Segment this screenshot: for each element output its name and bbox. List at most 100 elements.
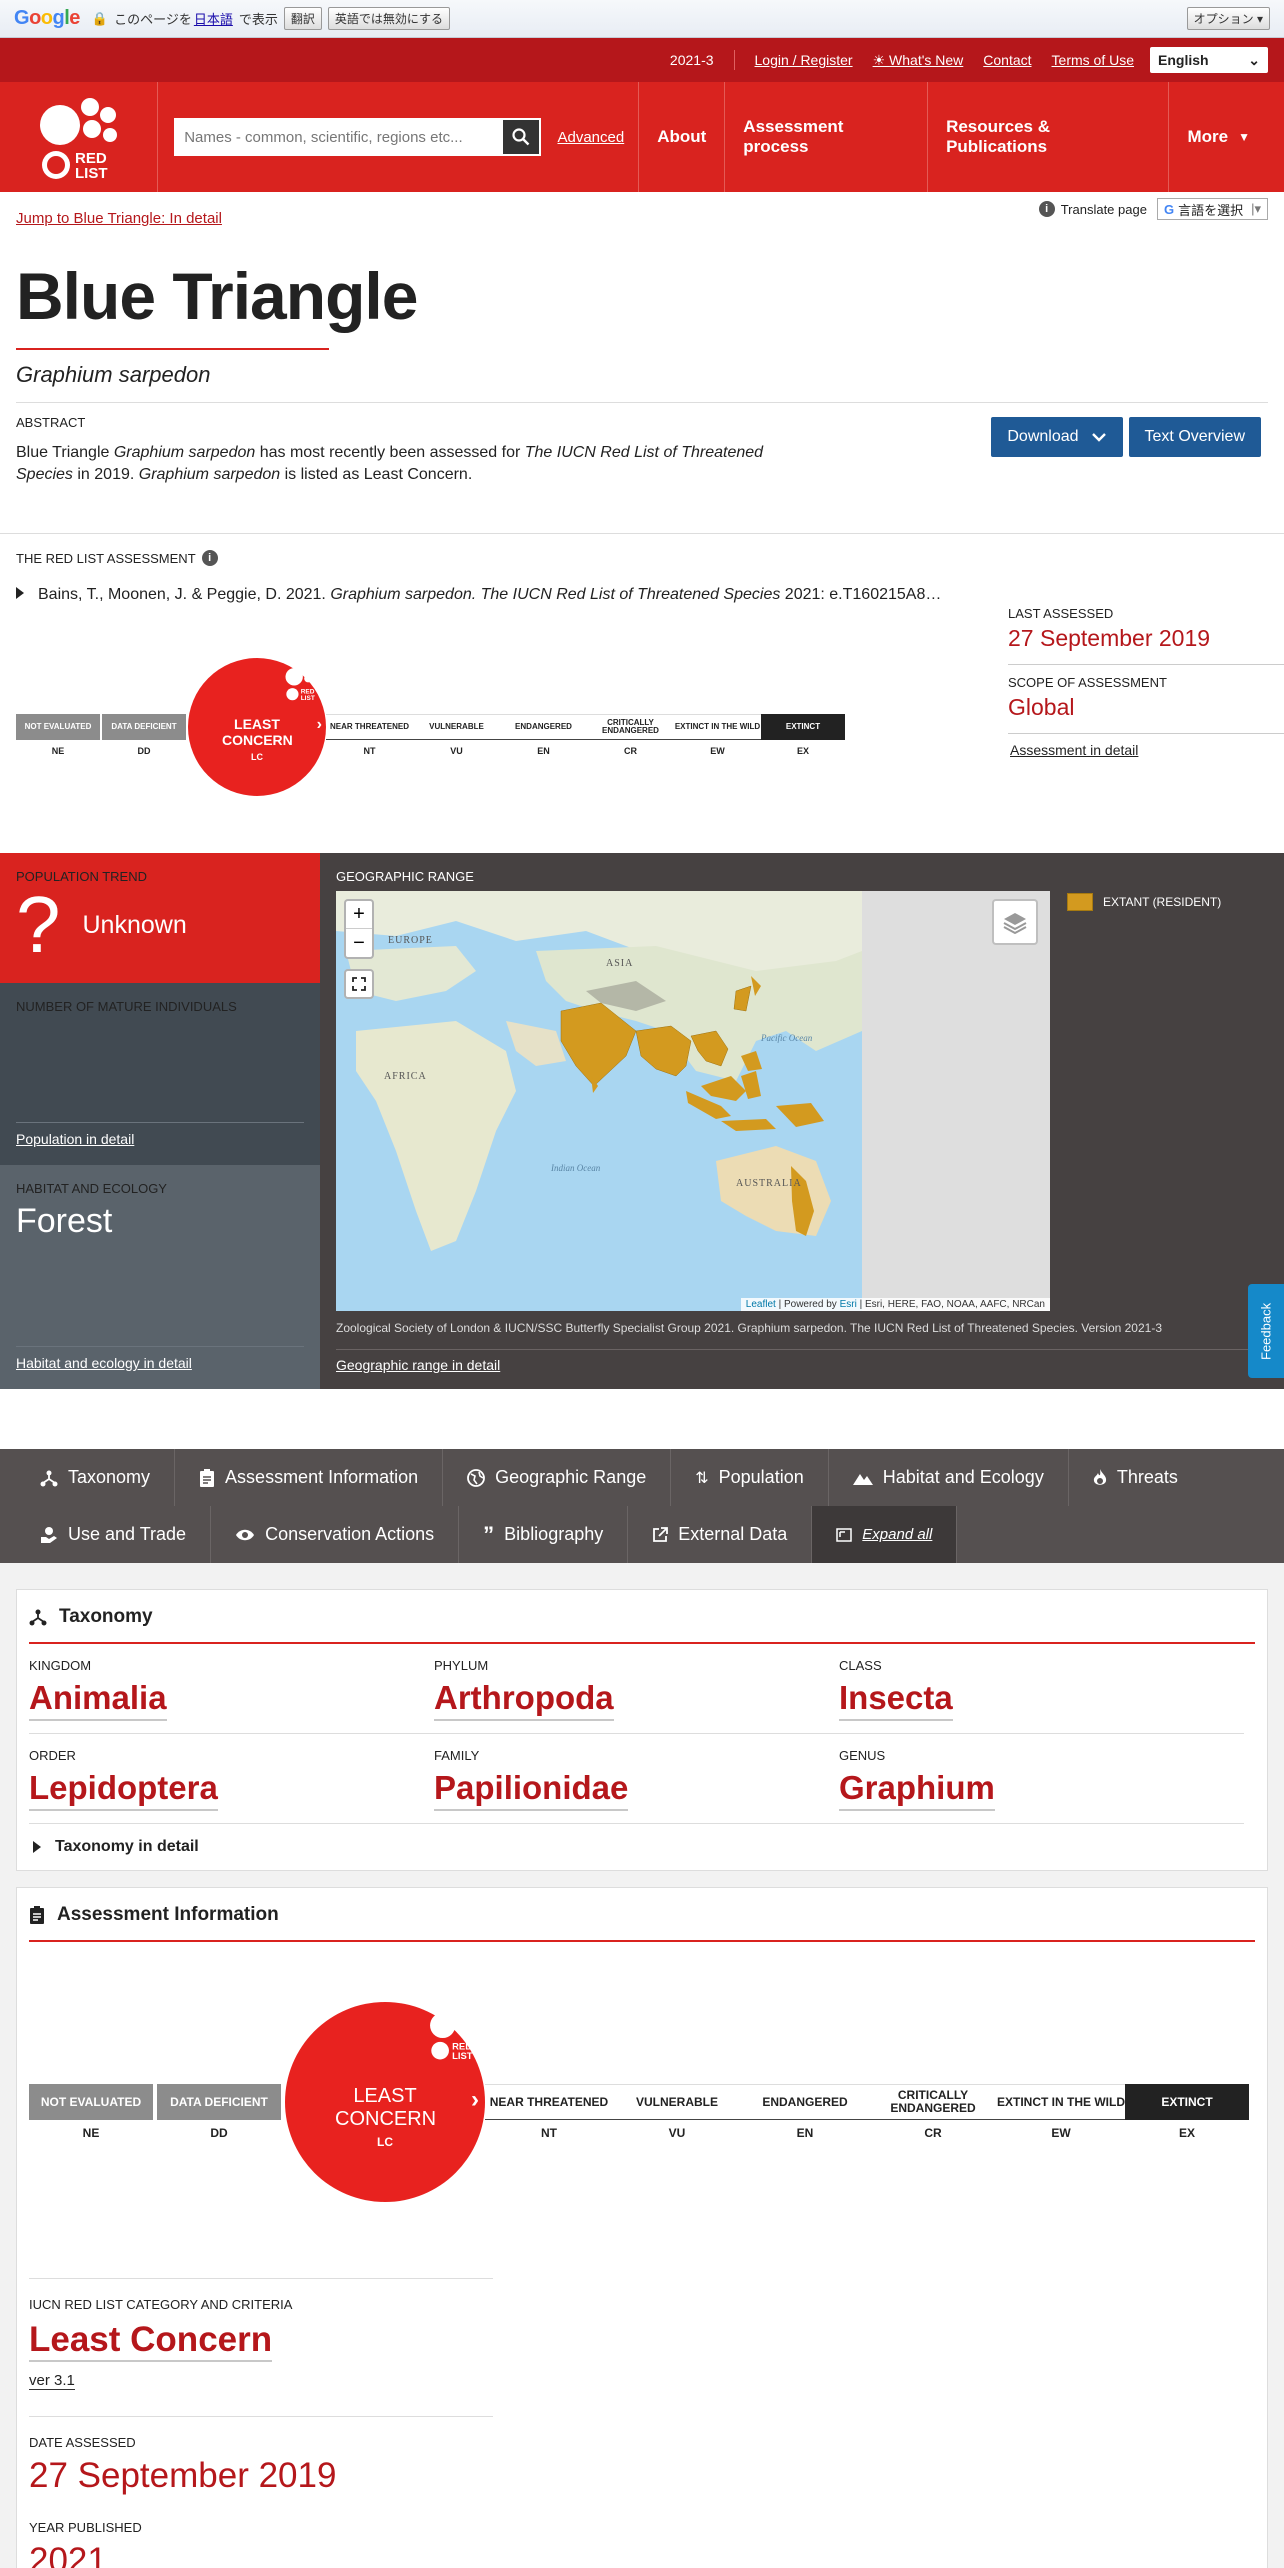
translate-widget: i Translate page G 言語を選択 |▾ [1038, 198, 1268, 220]
tax-value-link[interactable]: Lepidoptera [29, 1769, 218, 1811]
info-icon[interactable]: i [201, 550, 218, 566]
lock-icon: 🔒 [91, 10, 109, 26]
scale-abbr: EW [1051, 2126, 1071, 2140]
nav-assessment-process[interactable]: Assessment process [724, 82, 927, 192]
tab-assessment-information[interactable]: Assessment Information [175, 1449, 444, 1506]
sort-arrows-icon: ⇅ [695, 1469, 709, 1487]
contact-link[interactable]: Contact [983, 52, 1031, 68]
tax-label: CLASS [839, 1658, 882, 1673]
zoom-out-button[interactable]: − [346, 929, 372, 957]
scale-abbr: EN [537, 746, 550, 756]
version-link[interactable]: ver 3.1 [29, 2372, 75, 2390]
tax-value-link[interactable]: Animalia [29, 1679, 167, 1721]
svg-text:LIST: LIST [452, 2051, 473, 2062]
language-select[interactable]: 日本語 [194, 9, 233, 28]
tax-value-link[interactable]: Graphium [839, 1769, 995, 1811]
assessment-detail-link[interactable]: Assessment in detail [1010, 742, 1138, 758]
translate-label: Translate page [1060, 201, 1147, 217]
scale-ex: EXTINCT EX [1125, 2084, 1249, 2140]
tax-label: GENUS [839, 1748, 886, 1763]
tab-label: Geographic Range [495, 1467, 647, 1487]
terms-link[interactable]: Terms of Use [1052, 52, 1134, 68]
tab-external-data[interactable]: External Data [628, 1506, 813, 1563]
google-logo: Google [14, 7, 80, 29]
svg-text:LIST: LIST [75, 165, 108, 182]
leaflet-link[interactable]: Leaflet [746, 1299, 776, 1310]
range-map[interactable]: EUROPE ASIA AFRICA Pacific Ocean Indian … [336, 891, 1050, 1311]
text-overview-button[interactable]: Text Overview [1128, 417, 1261, 457]
tab-habitat-ecology[interactable]: Habitat and Ecology [829, 1449, 1069, 1506]
scale-lc-current: RED LIST LEAST CONCERN LC › [188, 658, 326, 796]
geographic-range-link[interactable]: Geographic range in detail [336, 1357, 500, 1373]
download-button[interactable]: Download [991, 417, 1123, 457]
divider [16, 1346, 304, 1347]
scale-abbr: EX [1178, 2126, 1195, 2140]
assessment-heading: THE RED LIST ASSESSMENT i [16, 550, 218, 566]
tax-value-link[interactable]: Insecta [839, 1679, 953, 1721]
esri-link[interactable]: Esri [840, 1299, 857, 1310]
population-detail-link[interactable]: Population in detail [16, 1131, 134, 1147]
language-dropdown[interactable]: English ⌄ [1150, 47, 1268, 73]
nav-more[interactable]: More ▼ [1168, 82, 1284, 192]
scientific-name: Graphium sarpedon [16, 362, 211, 387]
layers-button[interactable] [992, 899, 1038, 945]
pop-trend-value: Unknown [82, 910, 187, 939]
chevron-down-icon [1091, 433, 1106, 442]
expand-all-button[interactable]: Expand all [812, 1506, 958, 1563]
jump-link[interactable]: Jump to Blue Triangle: In detail [0, 192, 238, 227]
nav-resources[interactable]: Resources & Publications [927, 82, 1168, 192]
advanced-search-link[interactable]: Advanced [557, 82, 638, 192]
scale-vu: VULNERABLE VU [413, 714, 500, 756]
search-placeholder: Names - common, scientific, regions etc.… [184, 128, 463, 146]
never-translate-button[interactable]: 英語では無効にする [327, 7, 451, 30]
scale-abbr: NE [51, 746, 65, 756]
globe-icon [467, 1468, 486, 1487]
main-header: RED LIST Names - common, scientific, reg… [0, 82, 1284, 192]
taxonomy-heading-label: Taxonomy [59, 1606, 153, 1627]
login-link[interactable]: Login / Register [755, 52, 853, 68]
translate-button[interactable]: 翻訳 [283, 7, 322, 30]
fullscreen-button[interactable] [344, 969, 374, 999]
search-input[interactable]: Names - common, scientific, regions etc.… [174, 118, 542, 156]
tab-population[interactable]: ⇅ Population [671, 1449, 829, 1506]
map-legend: EXTANT (RESIDENT) [1067, 893, 1221, 911]
tab-row: Use and Trade Conservation Actions ” Bibl… [16, 1506, 1268, 1563]
mature-label: NUMBER OF MATURE INDIVIDUALS [16, 999, 237, 1014]
habitat-detail-link[interactable]: Habitat and ecology in detail [16, 1355, 192, 1371]
current-abbr: LC [377, 2135, 393, 2149]
search-button[interactable] [503, 120, 540, 154]
category-link[interactable]: Least Concern [29, 2320, 273, 2362]
scale-label: DATA DEFICIENT [157, 2084, 281, 2120]
citation-part: Graphium sarpedon. The IUCN Red List of … [330, 586, 781, 603]
tab-conservation-actions[interactable]: Conservation Actions [211, 1506, 460, 1563]
details-content: Taxonomy KINGDOM Animalia PHYLUM Arthropod… [0, 1563, 1284, 2568]
scale-label: ENDANGERED [500, 714, 587, 740]
assessment-info-heading: Assessment Information [29, 1888, 1255, 1942]
tab-label: Taxonomy [68, 1467, 151, 1487]
scale-ew: EXTINCT IN THE WILD EW [997, 2084, 1125, 2140]
iucn-logo[interactable]: RED LIST [0, 82, 158, 192]
whats-new-link[interactable]: ☀ What's New [873, 52, 964, 69]
tax-genus: GENUS Graphium [839, 1734, 1244, 1824]
zoom-in-button[interactable]: + [346, 901, 372, 929]
abstract-part: has most recently been assessed for [255, 444, 525, 461]
translate-select[interactable]: G 言語を選択 |▾ [1156, 198, 1268, 220]
taxonomy-detail-toggle[interactable]: Taxonomy in detail [29, 1824, 1255, 1870]
category-scale-large: NOT EVALUATED NE DATA DEFICIENT DD RED LIST… [29, 2002, 1249, 2202]
tax-value-link[interactable]: Papilionidae [434, 1769, 629, 1811]
tab-threats[interactable]: Threats [1069, 1449, 1202, 1506]
tab-geographic-range[interactable]: Geographic Range [443, 1449, 672, 1506]
citation-toggle[interactable]: Bains, T., Moonen, J. & Peggie, D. 2021.… [16, 586, 976, 604]
assessment-info-card: Assessment Information NOT EVALUATED NE D… [16, 1887, 1268, 2568]
tab-use-trade[interactable]: Use and Trade [16, 1506, 212, 1563]
year-published-field: YEAR PUBLISHED 2021 [29, 2502, 493, 2568]
tab-bibliography[interactable]: ” Bibliography [459, 1506, 629, 1563]
feedback-tab[interactable]: Feedback [1248, 1284, 1284, 1378]
tab-taxonomy[interactable]: Taxonomy [16, 1449, 176, 1506]
tax-value-link[interactable]: Arthropoda [434, 1679, 614, 1721]
tax-class: CLASS Insecta [839, 1644, 1244, 1734]
category-label: IUCN RED LIST CATEGORY AND CRITERIA [29, 2297, 293, 2312]
nav-about[interactable]: About [638, 82, 724, 192]
options-button[interactable]: オプション ▾ [1186, 7, 1270, 30]
scale-nt: NEAR THREATENED NT [326, 714, 413, 756]
